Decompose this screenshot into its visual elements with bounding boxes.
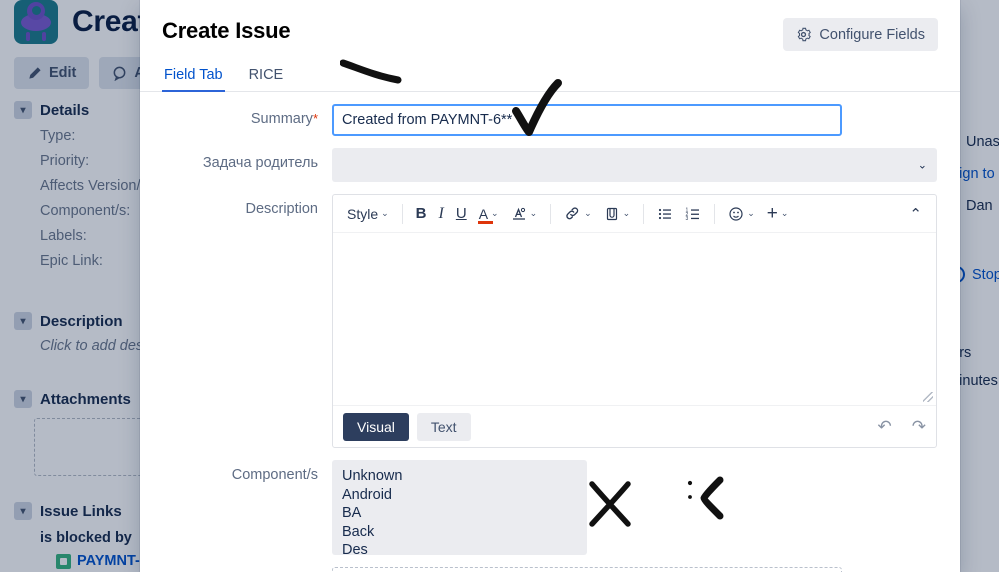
- tab-rice-label: RICE: [248, 67, 284, 83]
- chevron-down-icon: ⌄: [622, 208, 631, 218]
- attachment-dropzone[interactable]: Drop files to attach, or browse: [332, 567, 842, 572]
- editor-footer: Visual Text ↶ ↷: [333, 405, 936, 447]
- underline-button[interactable]: U: [450, 201, 473, 227]
- plus-icon: +: [766, 202, 778, 224]
- emoji-icon: [729, 206, 743, 221]
- highlight-color-button[interactable]: ⌄: [505, 201, 544, 227]
- summary-label: Summary*: [162, 104, 332, 127]
- resize-grip[interactable]: [923, 392, 933, 402]
- component-option[interactable]: Android: [342, 486, 577, 505]
- description-textarea[interactable]: [333, 233, 936, 405]
- component-option[interactable]: Des: [342, 541, 577, 555]
- dialog-header: Create Issue Configure Fields: [140, 0, 960, 61]
- text-highlight-icon: [512, 207, 525, 220]
- text-color-letter: A: [478, 205, 489, 222]
- divider: [401, 203, 403, 224]
- emoji-button[interactable]: ⌄: [722, 201, 761, 227]
- dialog-tabs: Field Tab RICE: [140, 61, 960, 92]
- parent-select[interactable]: ⌄: [332, 148, 937, 182]
- chevron-down-icon: ⌄: [529, 208, 538, 218]
- editor-toolbar: Style ⌄ B I U A ⌄ ⌄ ⌄ ⌄ 1 2 3 ⌄ + ⌄ ⌃: [333, 195, 936, 233]
- redo-button[interactable]: ↷: [912, 417, 926, 437]
- components-label: Component/s: [231, 467, 318, 483]
- undo-button[interactable]: ↶: [878, 417, 892, 437]
- divider: [714, 203, 716, 224]
- chevron-up-icon: ⌃: [909, 205, 922, 223]
- component-option[interactable]: Back: [342, 523, 577, 542]
- component-option[interactable]: Unknown: [342, 467, 577, 486]
- chevron-down-icon: ⌄: [491, 208, 499, 218]
- field-row-summary: Summary*: [162, 104, 938, 136]
- collapse-toolbar-button[interactable]: ⌃: [903, 201, 928, 227]
- field-row-description: Description Style ⌄ B I U A ⌄ ⌄ ⌄ ⌄ 1 2 …: [162, 194, 938, 448]
- bullet-list-button[interactable]: [651, 201, 679, 227]
- configure-fields-button[interactable]: Configure Fields: [783, 18, 938, 51]
- required-marker: *: [312, 111, 318, 126]
- insert-more-button[interactable]: + ⌄: [761, 201, 795, 227]
- attach-button[interactable]: ⌄: [598, 201, 637, 227]
- visual-mode-button[interactable]: Visual: [343, 412, 409, 441]
- tab-field-tab[interactable]: Field Tab: [162, 61, 225, 92]
- component-option[interactable]: BA: [342, 504, 577, 523]
- summary-label-text: Summary: [250, 111, 313, 127]
- parent-label: Задача родитель: [202, 155, 318, 171]
- italic-button[interactable]: I: [433, 201, 450, 227]
- field-row-attachment: Attachment Drop files to attach, or brow…: [162, 567, 938, 572]
- field-row-parent: Задача родитель ⌄: [162, 148, 938, 182]
- dialog-title: Create Issue: [162, 18, 291, 43]
- attachment-label: Attachment: [162, 567, 332, 572]
- paperclip-icon: [606, 207, 617, 220]
- numbered-list-button[interactable]: 1 2 3: [679, 201, 707, 227]
- text-mode-button[interactable]: Text: [416, 412, 471, 441]
- chevron-down-icon: ⌄: [747, 208, 755, 218]
- description-label: Description: [245, 201, 318, 217]
- tab-field-tab-label: Field Tab: [164, 67, 223, 83]
- link-icon: [566, 207, 579, 220]
- style-dropdown[interactable]: Style ⌄: [341, 201, 395, 227]
- text-color-button[interactable]: A ⌄: [473, 201, 505, 227]
- field-row-components: Component/s Unknown Android BA Back Des: [162, 460, 938, 555]
- create-issue-form: Summary* Задача родитель ⌄ Descriptio: [140, 92, 960, 572]
- gear-icon: [798, 27, 812, 42]
- divider: [550, 203, 552, 224]
- insert-link-button[interactable]: ⌄: [558, 201, 598, 227]
- summary-input[interactable]: [332, 104, 842, 136]
- bold-button[interactable]: B: [410, 201, 433, 227]
- configure-fields-label: Configure Fields: [819, 26, 925, 43]
- chevron-down-icon: ⌄: [917, 159, 927, 172]
- create-issue-dialog: Create Issue Configure Fields Field Tab …: [140, 0, 960, 572]
- chevron-down-icon: ⌄: [584, 208, 592, 218]
- undo-redo-group: ↶ ↷: [878, 417, 927, 437]
- numbered-list-icon: 1 2 3: [686, 207, 700, 222]
- bullet-list-icon: [659, 208, 672, 219]
- screen: Create Issue Edit Add comment ▾ Detai: [0, 0, 999, 572]
- divider: [643, 203, 645, 224]
- description-editor: Style ⌄ B I U A ⌄ ⌄ ⌄ ⌄ 1 2 3 ⌄ + ⌄ ⌃ Vi…: [332, 194, 937, 448]
- style-dropdown-label: Style: [347, 205, 379, 222]
- chevron-down-icon: ⌄: [381, 208, 389, 218]
- svg-text:3: 3: [686, 216, 689, 222]
- tab-rice[interactable]: RICE: [247, 61, 286, 91]
- components-multiselect[interactable]: Unknown Android BA Back Des: [332, 460, 587, 555]
- chevron-down-icon: ⌄: [780, 208, 789, 218]
